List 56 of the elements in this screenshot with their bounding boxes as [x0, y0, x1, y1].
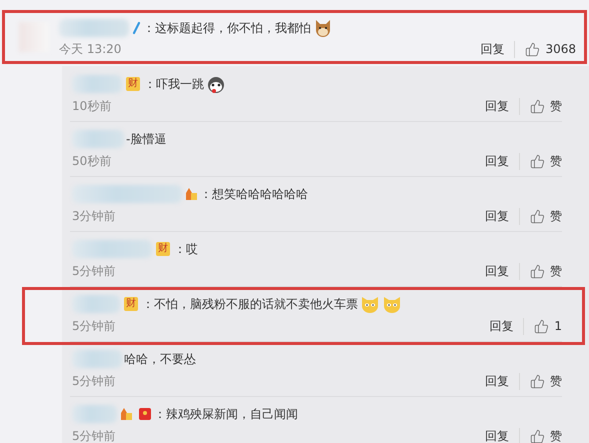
thumbs-up-icon: [530, 264, 545, 278]
thumbs-up-icon: [525, 42, 540, 56]
reply-text: ：想笑哈哈哈哈哈哈: [200, 186, 308, 202]
thumbs-up-icon: [530, 374, 545, 388]
thumbs-up-icon: [530, 208, 545, 224]
wealth-badge: 财: [156, 242, 170, 256]
blurred-username: [72, 295, 120, 313]
thumbs-up-icon: [530, 428, 545, 443]
like-button[interactable]: 1: [524, 318, 562, 334]
wealth-badge: 财: [126, 77, 140, 91]
cat-emoji-icon: [382, 294, 402, 314]
reply-link[interactable]: 回复: [485, 98, 520, 114]
like-button[interactable]: 3068: [515, 42, 576, 56]
thumbs-up-icon: [530, 98, 545, 114]
reply-link[interactable]: 回复: [485, 208, 520, 224]
level-badge-icon: [184, 187, 198, 201]
reply-link[interactable]: 回复: [480, 40, 516, 58]
reply-time: 50秒前: [72, 152, 112, 170]
like-button[interactable]: 赞: [520, 428, 562, 443]
blurred-username: [72, 405, 117, 423]
level-badge-icon: [119, 407, 133, 421]
reply-time: 5分钟前: [72, 428, 117, 443]
like-button[interactable]: 赞: [520, 98, 562, 114]
envelope-badge-icon: [138, 407, 152, 421]
reply-time: 10秒前: [72, 98, 112, 114]
reply-link[interactable]: 回复: [485, 152, 520, 170]
reply-link[interactable]: 回复: [485, 428, 520, 443]
reply-time: 5分钟前: [72, 372, 117, 390]
comment-text: ：这标题起得，你不怕，我都怕: [143, 20, 311, 36]
like-button[interactable]: 赞: [520, 208, 562, 224]
reply-text: ：哎: [174, 240, 198, 258]
reply-text: ：吓我一跳: [144, 76, 204, 92]
blurred-username: [72, 350, 122, 368]
comment-time: 今天 13:20: [59, 40, 122, 58]
blurred-username: [72, 130, 124, 148]
wealth-badge: 财: [124, 297, 138, 311]
dog-emoji-icon: [313, 18, 333, 38]
like-button[interactable]: 赞: [520, 262, 562, 280]
like-button[interactable]: 赞: [520, 372, 562, 390]
cat-emoji-icon: [360, 294, 380, 314]
reply-time: 5分钟前: [72, 318, 117, 334]
reply-text: ：辣鸡殃屎新闻，自己闻闻: [154, 406, 298, 422]
husky-emoji-icon: [206, 74, 226, 94]
blurred-username: [72, 75, 122, 93]
blurred-username: [59, 19, 129, 37]
reply-text: ：不怕，脑残粉不服的话就不卖他火车票: [142, 296, 358, 312]
reply-time: 3分钟前: [72, 208, 117, 224]
thumbs-up-icon: [530, 154, 545, 168]
like-button[interactable]: 赞: [520, 152, 562, 170]
reply-link[interactable]: 回复: [485, 262, 520, 280]
reply-text: 哈哈，不要怂: [124, 350, 196, 368]
reply-link[interactable]: 回复: [489, 318, 524, 334]
reply-text: -脸懵逼: [126, 130, 166, 148]
reply-time: 5分钟前: [72, 262, 117, 280]
thumbs-up-icon: [534, 318, 550, 334]
reply-link[interactable]: 回复: [485, 372, 520, 390]
